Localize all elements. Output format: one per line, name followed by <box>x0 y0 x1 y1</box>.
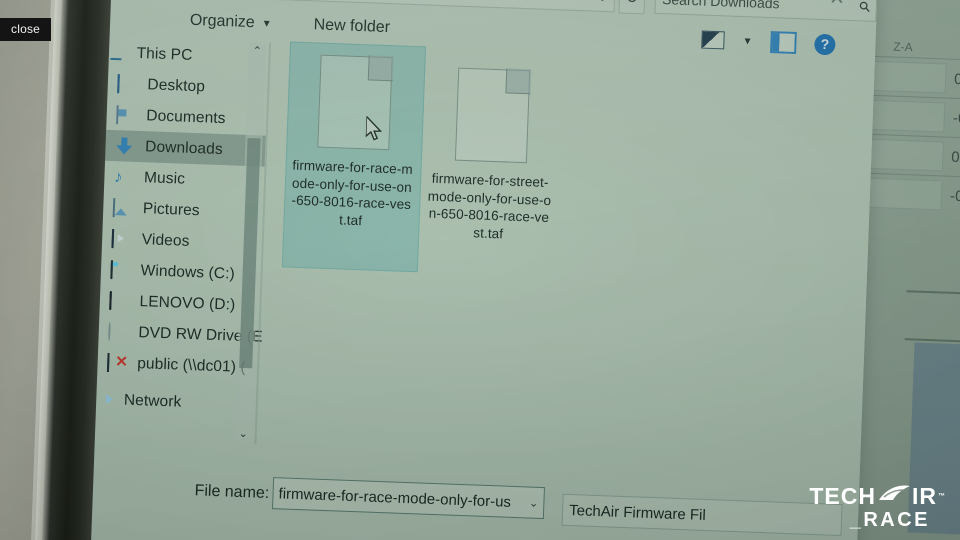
dvd-drive-icon <box>108 321 131 342</box>
file-open-dialog: ✕ ‹ › ↑ This PC › Downloads ⌄ ↻ Search D… <box>74 0 879 540</box>
techair-race-logo: TECH IR ™ _RACE <box>809 484 946 530</box>
preview-pane-icon[interactable] <box>770 31 797 55</box>
chevron-down-icon[interactable]: ⌄ <box>597 0 608 4</box>
file-item-race-firmware[interactable]: firmware-for-race-mode-only-for-use-on-6… <box>281 41 427 273</box>
sidebar-item-network[interactable]: Network <box>79 383 256 420</box>
sidebar-item-label: Videos <box>141 230 190 250</box>
refresh-button[interactable]: ↻ <box>617 0 646 15</box>
sidebar-item-label: Desktop <box>147 75 206 95</box>
hard-drive-icon <box>109 290 132 311</box>
logo-text-ir: IR <box>912 482 937 509</box>
file-type-select[interactable]: TechAir Firmware Fil <box>561 493 843 536</box>
sidebar-item-label: Pictures <box>142 199 201 219</box>
photographed-monitor-scene: ss Z-A 0.983 -0.974 0.651 -0.854 <box>0 0 960 540</box>
logo-text-tech: TECH <box>809 482 876 509</box>
file-list-view[interactable]: firmware-for-race-mode-only-for-use-on-6… <box>264 41 864 464</box>
desktop-icon <box>117 73 140 94</box>
background-header-2: Z-A <box>893 39 913 55</box>
pictures-icon <box>112 197 136 218</box>
chevron-down-icon[interactable]: ▼ <box>262 18 272 29</box>
organize-button[interactable]: Organize <box>190 12 256 32</box>
file-icon <box>317 54 394 151</box>
sidebar-item-label: Documents <box>146 106 226 127</box>
network-icon <box>93 389 117 409</box>
sidebar-item-label: Downloads <box>144 137 224 158</box>
videos-icon <box>111 228 134 249</box>
scroll-up-icon[interactable]: ⌃ <box>248 42 266 60</box>
search-placeholder: Search Downloads <box>661 0 780 12</box>
logo-text-race: _RACE <box>849 509 930 531</box>
background-cell-value: 0.983 <box>953 70 960 89</box>
music-icon: ♪ <box>113 166 123 186</box>
scroll-down-icon[interactable]: ⌄ <box>234 425 252 443</box>
hard-drive-icon <box>110 259 133 280</box>
new-folder-button[interactable]: New folder <box>313 16 390 37</box>
sidebar-item-label: LENOVO (D:) <box>139 292 236 314</box>
computer-icon <box>106 42 129 62</box>
search-input[interactable]: Search Downloads ⚲ <box>654 0 878 22</box>
file-name-input-value: firmware-for-race-mode-only-for-us <box>278 484 512 511</box>
logo-trademark: ™ <box>938 492 946 500</box>
chevron-down-icon[interactable]: ▼ <box>742 36 752 47</box>
background-cell-value: -0.974 <box>952 109 960 128</box>
sidebar-item-label: Music <box>143 168 186 188</box>
documents-icon <box>116 104 139 125</box>
file-name-field-label: File name: <box>194 482 270 502</box>
file-type-value: TechAir Firmware Fil <box>568 501 707 524</box>
sidebar-item-label: This PC <box>136 44 193 64</box>
sidebar-item-label: Network <box>123 391 182 411</box>
chevron-down-icon[interactable]: ⌄ <box>529 496 539 509</box>
sidebar-item-label: Windows (C:) <box>140 261 236 283</box>
help-icon[interactable]: ? <box>814 33 836 55</box>
close-overlay-badge[interactable]: close <box>0 18 52 41</box>
monitor-screen-surface: ss Z-A 0.983 -0.974 0.651 -0.854 <box>64 0 960 540</box>
downloads-icon <box>115 137 138 156</box>
sidebar-item-public-share[interactable]: ✕ public (\\dc01) ( <box>81 346 258 383</box>
file-name-label: firmware-for-street-mode-only-for-use-on… <box>427 170 552 241</box>
background-cell-value: -0.854 <box>949 187 960 206</box>
swoosh-icon <box>877 484 911 508</box>
file-icon <box>454 67 532 164</box>
file-name-input[interactable]: firmware-for-race-mode-only-for-us ⌄ <box>272 477 545 520</box>
sidebar-item-label: public (\\dc01) ( <box>136 354 247 376</box>
file-item-street-firmware[interactable]: firmware-for-street-mode-only-for-use-on… <box>424 61 558 245</box>
network-drive-icon: ✕ <box>106 352 130 372</box>
background-cell-value: 0.651 <box>951 148 960 167</box>
view-options-icon[interactable] <box>701 30 725 50</box>
file-name-label: firmware-for-race-mode-only-for-use-on-6… <box>291 157 414 228</box>
